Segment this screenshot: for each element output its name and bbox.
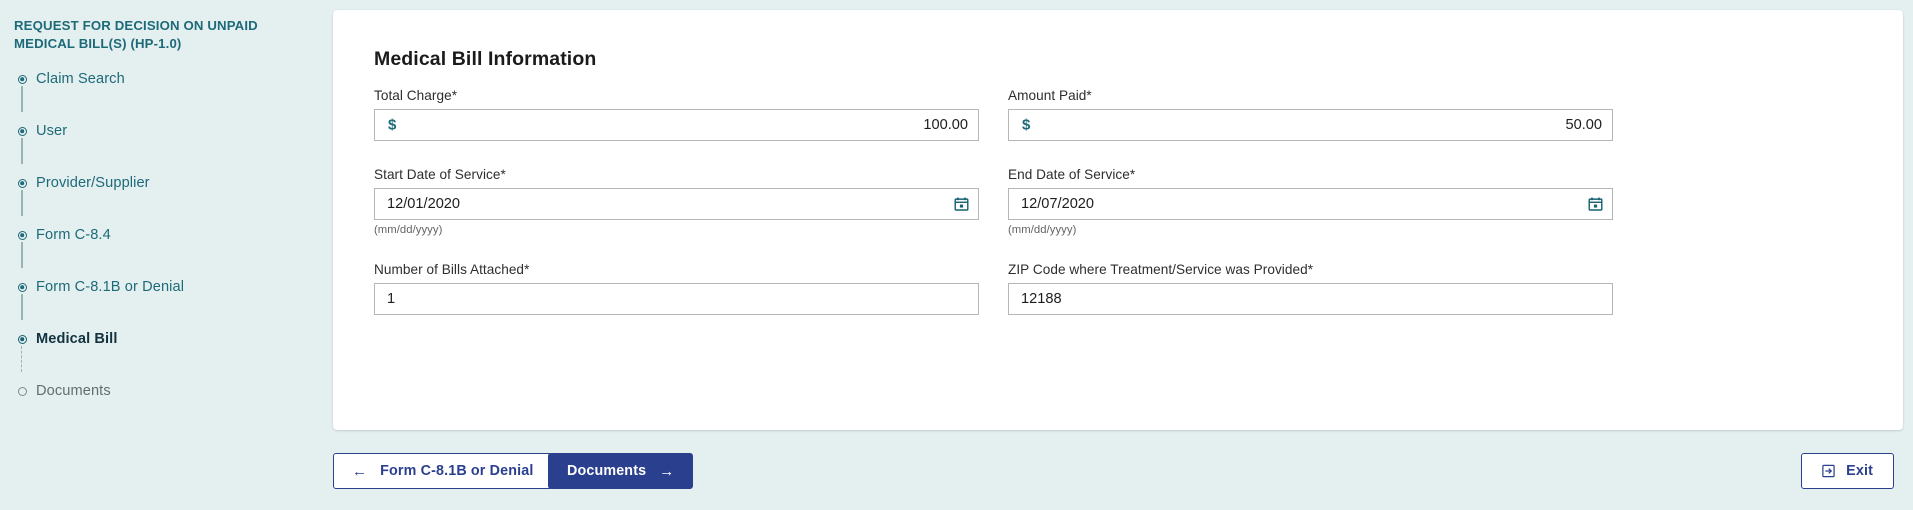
row-spacer [374, 141, 1862, 167]
sidebar-step-form-c-8-1b-or-denial[interactable]: Form C-8.1B or Denial [14, 276, 315, 321]
form-row-dates: Start Date of Service* 12/01/2020 (mm/dd… [374, 167, 1862, 236]
start-date-label-text: Start Date of Service [374, 167, 501, 182]
field-number-of-bills-attached: Number of Bills Attached* [374, 262, 979, 315]
required-asterisk: * [1086, 88, 1092, 103]
end-date-input[interactable] [1009, 189, 1612, 219]
row-spacer [374, 236, 1862, 262]
arrow-left-icon: ← [352, 462, 368, 480]
sidebar-step-medical-bill[interactable]: Medical Bill [14, 328, 315, 373]
required-asterisk: * [1307, 262, 1314, 277]
zip-code-input-wrap[interactable] [1008, 283, 1613, 315]
field-start-date: Start Date of Service* 12/01/2020 (mm/dd… [374, 167, 979, 236]
step-marker-done-icon [14, 175, 30, 191]
step-marker-done-icon [14, 227, 30, 243]
step-marker-done-icon [14, 71, 30, 87]
start-date-input[interactable] [375, 189, 978, 219]
end-date-label: End Date of Service* [1008, 167, 1613, 182]
sidebar-step-label: Form C-8.4 [36, 227, 111, 244]
amount-paid-input[interactable] [1009, 110, 1612, 140]
total-charge-label: Total Charge* [374, 88, 979, 103]
step-connector [21, 242, 23, 269]
sidebar-step-form-c-8-4[interactable]: Form C-8.4 [14, 224, 315, 269]
total-charge-input-wrap[interactable]: $ [374, 109, 979, 141]
step-marker-done-icon [14, 279, 30, 295]
zip-code-input[interactable] [1009, 284, 1612, 314]
sidebar-step-label: Claim Search [36, 71, 125, 88]
bills-attached-label-text: Number of Bills Attached [374, 262, 525, 277]
sidebar-step-provider-supplier[interactable]: Provider/Supplier [14, 172, 315, 217]
previous-step-button[interactable]: ← Form C-8.1B or Denial [333, 453, 553, 489]
bills-attached-input[interactable] [375, 284, 978, 314]
field-total-charge: Total Charge* $ [374, 88, 979, 141]
sidebar-step-user[interactable]: User [14, 120, 315, 165]
required-asterisk: * [1129, 167, 1136, 182]
end-date-label-text: End Date of Service [1008, 167, 1130, 182]
form-row-charges: Total Charge* $ Amount Paid* $ [374, 88, 1862, 141]
start-date-label: Start Date of Service* [374, 167, 979, 182]
exit-label: Exit [1846, 463, 1873, 479]
exit-icon [1822, 464, 1836, 478]
required-asterisk: * [451, 88, 458, 103]
end-date-input-wrap[interactable] [1008, 188, 1613, 220]
sidebar-step-documents[interactable]: Documents [14, 380, 315, 402]
step-connector [21, 294, 23, 321]
total-charge-label-text: Total Charge [374, 88, 452, 103]
wizard-footer: ← Form C-8.1B or Denial Documents → Exit [0, 453, 1913, 510]
next-step-button[interactable]: Documents → [548, 453, 694, 489]
page-title: Medical Bill Information [374, 48, 597, 71]
step-connector [21, 86, 23, 113]
form-row-bills-zip: Number of Bills Attached* ZIP Code where… [374, 262, 1862, 315]
zip-code-label: ZIP Code where Treatment/Service was Pro… [1008, 262, 1613, 277]
arrow-right-icon: → [659, 462, 675, 480]
step-marker-current-icon [14, 331, 30, 347]
calendar-icon[interactable] [954, 197, 969, 212]
next-step-label: Documents [567, 463, 647, 479]
field-amount-paid: Amount Paid* $ [1008, 88, 1613, 141]
field-zip-code: ZIP Code where Treatment/Service was Pro… [1008, 262, 1613, 315]
medical-bill-card: Medical Bill Information Total Charge* $… [333, 10, 1903, 430]
application-page: REQUEST FOR DECISION ON UNPAID MEDICAL B… [0, 0, 1913, 510]
field-end-date: End Date of Service* 12/07/2020 (mm/dd/y… [1008, 167, 1613, 236]
calendar-icon[interactable] [1588, 197, 1603, 212]
sidebar-step-label: Provider/Supplier [36, 175, 150, 192]
form-title: REQUEST FOR DECISION ON UNPAID MEDICAL B… [14, 18, 258, 51]
sidebar-step-label: Medical Bill [36, 331, 118, 348]
bills-attached-input-wrap[interactable] [374, 283, 979, 315]
sidebar-step-label: Documents [36, 383, 111, 400]
medical-bill-form: Total Charge* $ Amount Paid* $ [374, 88, 1862, 315]
required-asterisk: * [524, 262, 530, 277]
amount-paid-label: Amount Paid* [1008, 88, 1613, 103]
total-charge-input[interactable] [375, 110, 978, 140]
step-marker-done-icon [14, 123, 30, 139]
previous-step-label: Form C-8.1B or Denial [380, 463, 534, 479]
step-connector [21, 190, 23, 217]
sidebar-step-claim-search[interactable]: Claim Search [14, 68, 315, 113]
exit-button[interactable]: Exit [1801, 453, 1894, 489]
step-connector [21, 138, 23, 165]
start-date-input-wrap[interactable] [374, 188, 979, 220]
step-marker-pending-icon [14, 383, 30, 399]
start-date-format-hint: (mm/dd/yyyy) [374, 224, 443, 236]
amount-paid-input-wrap[interactable]: $ [1008, 109, 1613, 141]
sidebar-step-label: User [36, 123, 68, 140]
end-date-format-hint: (mm/dd/yyyy) [1008, 224, 1077, 236]
sidebar-step-label: Form C-8.1B or Denial [36, 279, 185, 296]
amount-paid-label-text: Amount Paid [1008, 88, 1087, 103]
bills-attached-label: Number of Bills Attached* [374, 262, 979, 277]
required-asterisk: * [500, 167, 506, 182]
wizard-sidebar: REQUEST FOR DECISION ON UNPAID MEDICAL B… [0, 0, 333, 510]
step-connector-dashed [21, 346, 23, 373]
zip-code-label-text: ZIP Code where Treatment/Service was Pro… [1008, 262, 1308, 277]
wizard-steps: Claim Search User Provider/Supplier Form… [14, 68, 315, 402]
